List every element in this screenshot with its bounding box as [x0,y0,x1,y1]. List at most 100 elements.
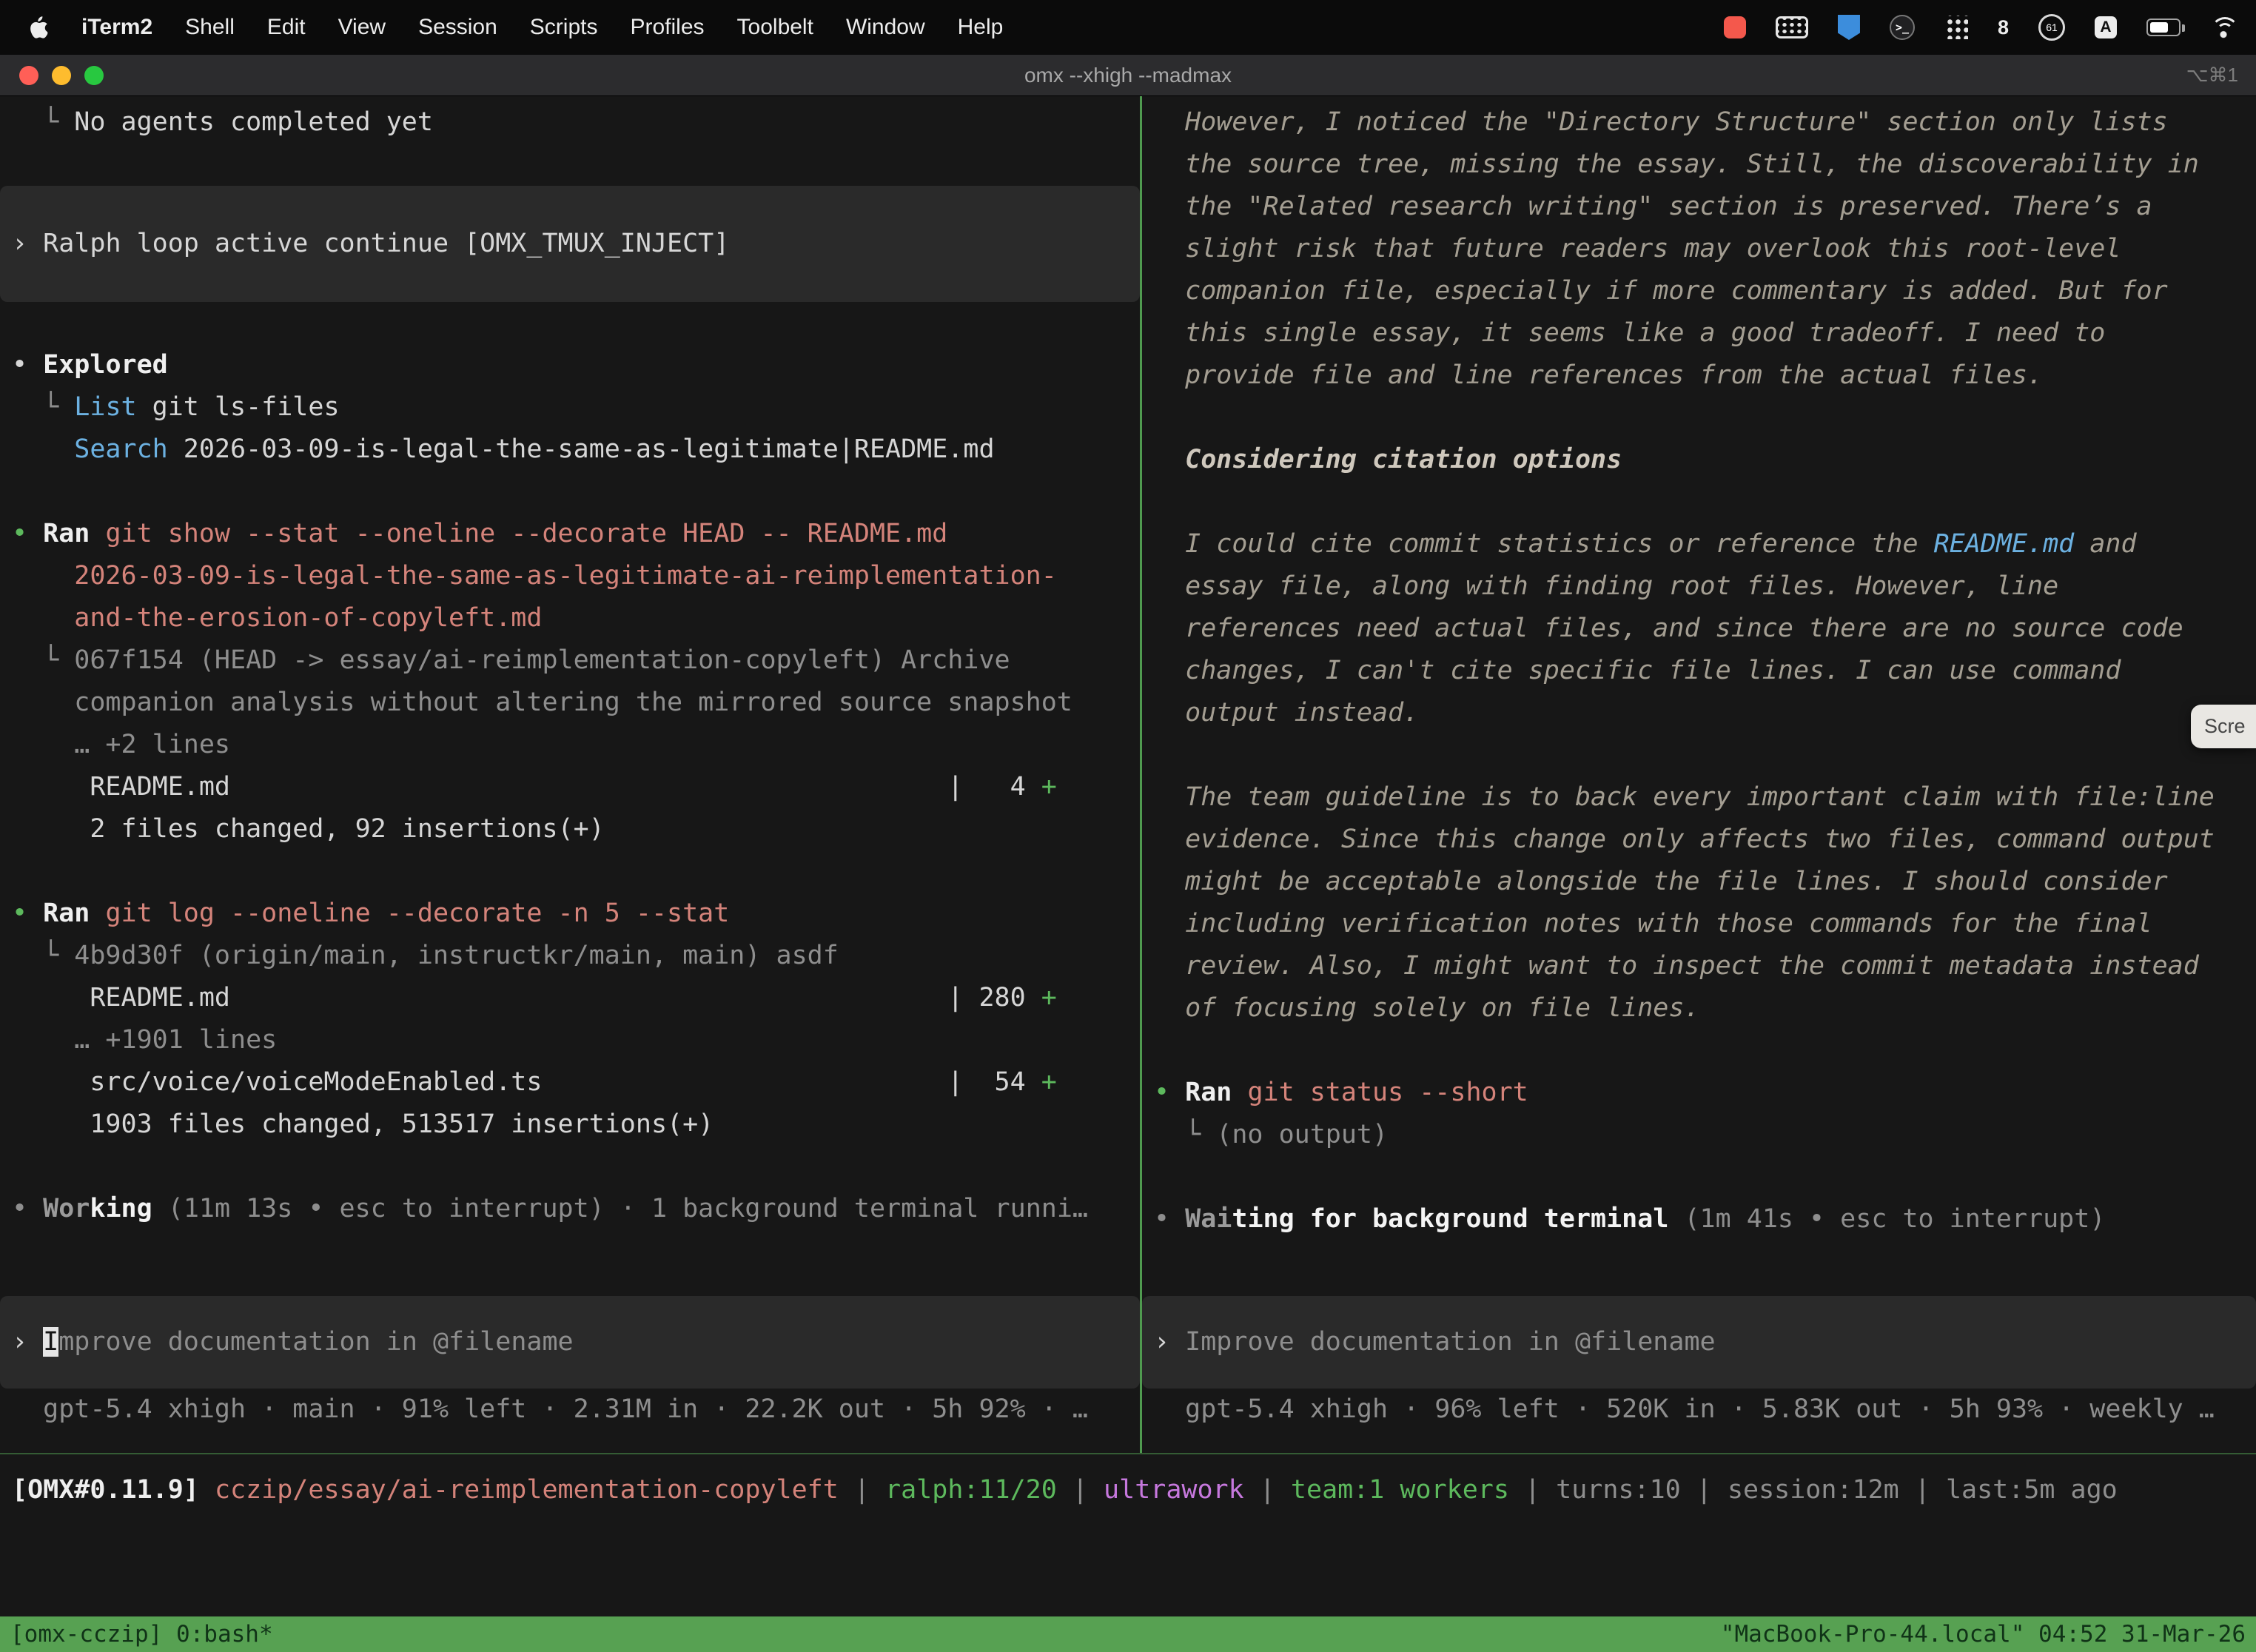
text-run: output instead. [1154,698,1419,728]
text-run: git ls-files [137,392,340,422]
text-run: I could cite commit statistics or refere… [1154,529,1934,559]
zoom-button[interactable] [84,66,104,85]
app-icon-8[interactable]: 8 [1998,16,2009,39]
wifi-icon[interactable] [2210,16,2237,38]
terminal-line: evidence. Since this change only affects… [1142,819,2256,861]
prompt-input[interactable]: › Improve documentation in @filename [1142,1296,2256,1389]
text-run: team:1 workers [1291,1475,1509,1505]
text-run: • [12,350,43,380]
terminal-line [0,144,1140,186]
text-run: evidence. Since this change only affects… [1154,825,2215,854]
menu-iterm2[interactable]: iTerm2 [81,15,152,39]
ran-git-log: • Ran git log --oneline --decorate -n 5 … [0,893,1140,935]
terminal-line: … +2 lines [0,724,1140,766]
text-run: • [1154,1078,1185,1107]
waiting-status: • Waiting for background terminal (1m 41… [1142,1198,2256,1240]
text-run: gpt-5.4 xhigh · main · 91% left · 2.31M … [12,1394,1088,1424]
battery-percent-gauge-icon[interactable]: 61 [2038,14,2065,41]
text-run: king [90,1194,152,1223]
text-run: including verification notes with those … [1154,909,2152,939]
text-run: Wai [1185,1204,1232,1234]
screen-recording-icon[interactable] [1724,16,1746,38]
text-run: The team guideline is to back every impo… [1154,782,2215,812]
keyboard-icon[interactable] [1776,16,1808,38]
menu-toolbelt[interactable]: Toolbelt [737,15,813,39]
text-run: README.md | 280 [12,983,1041,1013]
terminal-line: might be acceptable alongside the file l… [1142,861,2256,903]
minimize-button[interactable] [52,66,71,85]
menu-profiles[interactable]: Profiles [630,15,704,39]
battery-icon[interactable] [2146,19,2181,36]
menu-session[interactable]: Session [418,15,497,39]
text-run: › [12,1327,43,1357]
text-run: (1m 41s • esc to interrupt) [1668,1204,2105,1234]
apple-logo [30,16,49,38]
text-run: I [43,1327,58,1357]
text-run: git show --stat --oneline --decorate HEA… [90,519,947,548]
thinking-heading: Considering citation options [1142,439,2256,481]
text-run: companion file, especially if more comme… [1154,276,2168,306]
terminal-line: including verification notes with those … [1142,903,2256,945]
ran-git-show: • Ran git show --stat --oneline --decora… [0,513,1140,555]
window-titlebar: omx --xhigh --madmax ⌥⌘1 [0,55,2256,96]
text-run: └ (no output) [1154,1120,1388,1149]
text-run: 2026-03-09-is-legal-the-same-as-legitima… [12,561,1057,591]
terminal-line: slight risk that future readers may over… [1142,228,2256,270]
close-button[interactable] [19,66,38,85]
terminal-line [0,302,1140,344]
text-run: Ran [43,899,90,928]
terminal-line: └ No agents completed yet [0,101,1140,144]
terminal-line: provide file and line references from th… [1142,355,2256,397]
menu-help[interactable]: Help [958,15,1004,39]
tmux-pane-left[interactable]: └ No agents completed yet› Ralph loop ac… [0,96,1140,1453]
text-run: 2026-03-09-is-legal-the-same-as-legitima… [168,434,995,464]
shield-app-icon[interactable] [1838,15,1860,40]
prompt-input[interactable]: › Improve documentation in @filename [0,1296,1140,1389]
pane-footer: › Improve documentation in @filename gpt… [0,1296,1140,1453]
text-run: | [839,1475,885,1505]
tmux-session-window[interactable]: [omx-cczip] 0:bash* [10,1621,273,1648]
text-run: README.md [1934,529,2075,559]
terminal-line: and-the-erosion-of-copyleft.md [0,597,1140,639]
terminal-line [1142,397,2256,439]
app-grid-icon[interactable] [1944,16,1968,39]
working-status: • Working (11m 13s • esc to interrupt) ·… [0,1188,1140,1230]
text-run: | [1057,1475,1104,1505]
menu-shell[interactable]: Shell [185,15,235,39]
text-run: references need actual files, and since … [1154,614,2183,643]
text-run: and [2074,529,2136,559]
screen-overlay-tab[interactable]: Scre [2191,705,2256,748]
text-run: companion analysis without altering the … [12,688,1072,717]
menubar-menus: iTerm2 Shell Edit View Session Scripts Profile… [30,15,1035,40]
terminal-app-icon[interactable]: >_ [1890,15,1915,40]
text-run: might be acceptable alongside the file l… [1154,867,2168,896]
pane-footer: › Improve documentation in @filename gpt… [1142,1296,2256,1453]
window-title: omx --xhigh --madmax [0,55,2256,95]
menu-view[interactable]: View [338,15,386,39]
terminal-line: README.md | 4 + [0,766,1140,808]
terminal-line: src/voice/voiceModeEnabled.ts | 54 + [0,1061,1140,1104]
terminal-line: └ 067f154 (HEAD -> essay/ai-reimplementa… [0,639,1140,682]
terminal-line: Search 2026-03-09-is-legal-the-same-as-l… [0,429,1140,471]
text-run: • [12,1194,43,1223]
text-run: + [1041,772,1057,802]
menu-window[interactable]: Window [846,15,925,39]
terminal-line [1142,1030,2256,1072]
text-run: and-the-erosion-of-copyleft.md [12,603,542,633]
text-run: List [74,392,136,422]
input-source-icon[interactable]: A [2095,16,2117,38]
apple-menu-icon[interactable] [30,16,49,38]
text-run: | [1244,1475,1291,1505]
text-run: essay file, along with finding root file… [1154,571,2058,601]
traffic-lights [19,66,104,85]
tmux-pane-right[interactable]: However, I noticed the "Directory Struct… [1142,96,2256,1453]
terminal-line: this single essay, it seems like a good … [1142,312,2256,355]
menu-scripts[interactable]: Scripts [530,15,598,39]
terminal-line [0,1146,1140,1188]
text-run: └ 067f154 (HEAD -> essay/ai-reimplementa… [12,645,1010,675]
omx-status-bar: [OMX#0.11.9] cczip/essay/ai-reimplementa… [0,1454,2256,1511]
text-run: └ [12,107,74,137]
terminal-line: companion file, especially if more comme… [1142,270,2256,312]
menu-edit[interactable]: Edit [267,15,306,39]
text-run: › [12,229,43,258]
